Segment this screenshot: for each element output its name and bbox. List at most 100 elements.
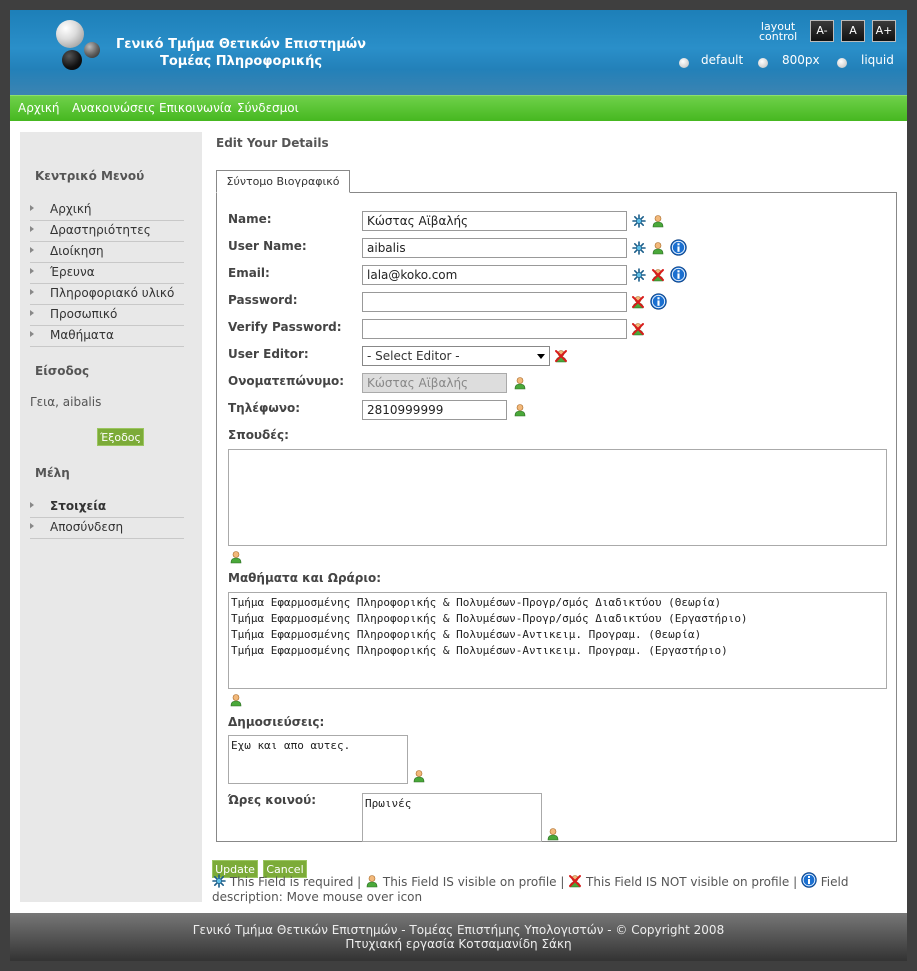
visible-user-icon [229, 693, 243, 707]
publications-label: Δημοσιεύσεις: [228, 715, 325, 729]
sidebar-menu-heading: Κεντρικό Μενού [35, 169, 145, 183]
arrow-right-icon [30, 331, 34, 337]
visible-user-icon [412, 769, 426, 783]
logo-ball-grey [84, 42, 100, 58]
required-icon [212, 874, 226, 888]
footer-credit: Πτυχιακή εργασία Κοτσαμανίδη Σάκη [345, 937, 572, 951]
logout-button[interactable]: Έξοδος [97, 428, 144, 446]
sidebar-item-activities[interactable]: Δραστηριότητες [30, 221, 184, 242]
arrow-right-icon [30, 502, 34, 508]
nav-item-links[interactable]: Σύνδεσμοι [237, 101, 299, 115]
phone-input[interactable]: 2810999999 [362, 400, 507, 420]
site-title-line2: Τομέας Πληροφορικής [160, 54, 323, 69]
site-logo [54, 20, 110, 80]
site-title: Γενικό Τμήμα Θετικών Επιστημών Τομέας Πλ… [116, 36, 366, 70]
site-header: Γενικό Τμήμα Θετικών Επιστημών Τομέας Πλ… [10, 10, 907, 95]
font-increase-button[interactable]: A+ [872, 20, 896, 42]
arrow-right-icon [30, 523, 34, 529]
sidebar-item-details[interactable]: Στοιχεία [30, 497, 184, 518]
publications-textarea[interactable]: Εχω και απο αυτες. [228, 735, 408, 784]
visible-user-icon [651, 214, 665, 228]
info-icon [801, 872, 817, 888]
user-editor-select[interactable]: - Select Editor - [362, 346, 550, 366]
greeting-text: Γεια, aibalis [30, 395, 102, 409]
chevron-down-icon [537, 354, 545, 359]
studies-label: Σπουδές: [228, 428, 289, 442]
site-title-line1: Γενικό Τμήμα Θετικών Επιστημών [116, 37, 367, 52]
layout-default-label[interactable]: default [701, 53, 743, 67]
required-icon [632, 241, 646, 255]
visible-user-icon [513, 376, 527, 390]
not-visible-user-icon [631, 295, 645, 309]
font-reset-button[interactable]: A [841, 20, 865, 42]
footer-copyright: Γενικό Τμήμα Θετικών Επιστημών - Τομέας … [192, 923, 725, 937]
sidebar-item-info-material[interactable]: Πληροφοριακό υλικό [30, 284, 184, 305]
arrow-right-icon [30, 268, 34, 274]
arrow-right-icon [30, 247, 34, 253]
not-visible-user-icon [568, 874, 582, 888]
sidebar-item-staff[interactable]: Προσωπικό [30, 305, 184, 326]
arrow-right-icon [30, 310, 34, 316]
site-footer: Γενικό Τμήμα Θετικών Επιστημών - Τομέας … [10, 913, 907, 961]
info-icon[interactable] [650, 293, 667, 310]
sidebar-item-research[interactable]: Έρευνα [30, 263, 184, 284]
arrow-right-icon [30, 226, 34, 232]
name-label: Name: [228, 212, 272, 226]
logo-ball-white [56, 20, 84, 48]
office-hours-label: Ώρες κοινού: [228, 793, 317, 807]
required-icon [632, 268, 646, 282]
sidebar-login-heading: Είσοδος [35, 364, 90, 378]
user-editor-label: User Editor: [228, 347, 309, 361]
visible-user-icon [546, 827, 560, 841]
password-input[interactable] [362, 292, 627, 312]
email-input[interactable]: lala@koko.com [362, 265, 627, 285]
nav-item-announcements[interactable]: Ανακοινώσεις [72, 101, 155, 115]
info-icon[interactable] [670, 266, 687, 283]
email-label: Email: [228, 266, 270, 280]
fullname-input: Κώστας Αϊβαλής [362, 373, 507, 393]
layout-800px-radio[interactable] [758, 58, 768, 68]
fullname-label: Ονοματεπώνυμο: [228, 374, 345, 388]
visible-user-icon [513, 403, 527, 417]
not-visible-user-icon [631, 322, 645, 336]
required-icon [632, 214, 646, 228]
font-decrease-button[interactable]: A- [810, 20, 834, 42]
sidebar-item-administration[interactable]: Διοίκηση [30, 242, 184, 263]
not-visible-user-icon [651, 268, 665, 282]
sidebar-item-logout[interactable]: Αποσύνδεση [30, 518, 184, 539]
sidebar-members-heading: Μέλη [35, 466, 70, 480]
page-frame: Γενικό Τμήμα Θετικών Επιστημών Τομέας Πλ… [10, 10, 907, 961]
password-label: Password: [228, 293, 298, 307]
page-title: Edit Your Details [216, 136, 329, 150]
arrow-right-icon [30, 289, 34, 295]
verify-password-input[interactable] [362, 319, 627, 339]
layout-default-radio[interactable] [679, 58, 689, 68]
phone-label: Τηλέφωνο: [228, 401, 301, 415]
studies-textarea[interactable] [228, 449, 887, 546]
visible-user-icon [229, 550, 243, 564]
office-hours-textarea[interactable]: Πρωινές [362, 793, 542, 842]
edit-form-panel: Name: Κώστας Αϊβαλής User Name: aibalis … [216, 192, 897, 842]
sidebar-item-home[interactable]: Αρχική [30, 200, 184, 221]
header-glow [10, 69, 907, 95]
not-visible-user-icon [554, 349, 568, 363]
arrow-right-icon [30, 205, 34, 211]
visible-user-icon [651, 241, 665, 255]
name-input[interactable]: Κώστας Αϊβαλής [362, 211, 627, 231]
layout-800px-label[interactable]: 800px [782, 53, 820, 67]
courses-textarea[interactable]: Τμήμα Εφαρμοσμένης Πληροφορικής & Πολυμέ… [228, 592, 887, 689]
layout-liquid-radio[interactable] [837, 58, 847, 68]
visible-user-icon [365, 874, 379, 888]
layout-control-label: layout control [759, 20, 798, 43]
tab-short-bio[interactable]: Σύντομο Βιογραφικό [216, 170, 350, 193]
sidebar-item-courses[interactable]: Μαθήματα [30, 326, 184, 347]
nav-item-contact[interactable]: Επικοινωνία [159, 101, 232, 115]
nav-item-home[interactable]: Αρχική [18, 101, 60, 115]
info-icon[interactable] [670, 239, 687, 256]
icon-legend: This Field is required | This Field IS v… [212, 872, 892, 905]
username-input[interactable]: aibalis [362, 238, 627, 258]
logo-ball-black [62, 50, 82, 70]
username-label: User Name: [228, 239, 307, 253]
verify-password-label: Verify Password: [228, 320, 342, 334]
layout-liquid-label[interactable]: liquid [861, 53, 894, 67]
